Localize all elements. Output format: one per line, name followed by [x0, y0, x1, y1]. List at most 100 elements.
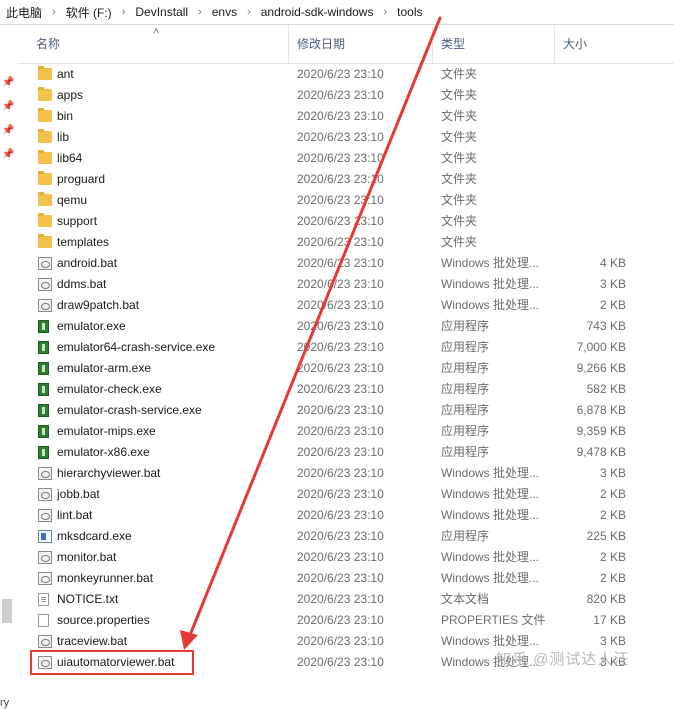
- file-type: 应用程序: [441, 445, 490, 459]
- file-row[interactable]: monitor.bat 2020/6/23 23:10 Windows 批处理...…: [18, 547, 674, 568]
- pin-icon[interactable]: 📌: [2, 101, 14, 113]
- file-row[interactable]: lib 2020/6/23 23:10 文件夹: [18, 127, 674, 148]
- file-type: Windows 批处理...: [441, 487, 540, 501]
- file-size: 820 KB: [586, 592, 626, 606]
- file-name: hierarchyviewer.bat: [57, 466, 161, 480]
- breadcrumb-item[interactable]: envs: [210, 5, 239, 19]
- file-name: emulator-x86.exe: [57, 445, 150, 459]
- file-modified: 2020/6/23 23:10: [297, 382, 384, 396]
- file-size: 2 KB: [599, 298, 626, 312]
- navigation-scrollbar[interactable]: [2, 599, 12, 623]
- file-type: 应用程序: [441, 403, 490, 417]
- file-modified: 2020/6/23 23:10: [297, 109, 384, 123]
- column-header-name[interactable]: 名称: [28, 25, 286, 63]
- file-type: 应用程序: [441, 382, 490, 396]
- file-modified: 2020/6/23 23:10: [297, 151, 384, 165]
- file-modified: 2020/6/23 23:10: [297, 340, 384, 354]
- column-header-modified[interactable]: 修改日期: [288, 25, 432, 63]
- file-modified: 2020/6/23 23:10: [297, 466, 384, 480]
- chevron-right-icon[interactable]: ›: [239, 6, 259, 18]
- file-row[interactable]: support 2020/6/23 23:10 文件夹: [18, 211, 674, 232]
- file-modified: 2020/6/23 23:10: [297, 550, 384, 564]
- file-row[interactable]: bin 2020/6/23 23:10 文件夹: [18, 106, 674, 127]
- chevron-right-icon[interactable]: ›: [114, 6, 134, 18]
- file-row[interactable]: mksdcard.exe 2020/6/23 23:10 应用程序 225 KB: [18, 526, 674, 547]
- batch-file-icon: [38, 278, 52, 291]
- batch-file-icon: [38, 299, 52, 312]
- file-row[interactable]: draw9patch.bat 2020/6/23 23:10 Windows 批处理…: [18, 295, 674, 316]
- file-name: monkeyrunner.bat: [57, 571, 154, 585]
- file-size: 743 KB: [586, 319, 626, 333]
- file-row[interactable]: android.bat 2020/6/23 23:10 Windows 批处理...…: [18, 253, 674, 274]
- file-modified: 2020/6/23 23:10: [297, 214, 384, 228]
- file-name: source.properties: [57, 613, 150, 627]
- file-modified: 2020/6/23 23:10: [297, 403, 384, 417]
- file-row[interactable]: ddms.bat 2020/6/23 23:10 Windows 批处理... 3 K…: [18, 274, 674, 295]
- file-row[interactable]: emulator-crash-service.exe 2020/6/23 23:1…: [18, 400, 674, 421]
- file-row[interactable]: qemu 2020/6/23 23:10 文件夹: [18, 190, 674, 211]
- file-row[interactable]: emulator64-crash-service.exe 2020/6/23 23…: [18, 337, 674, 358]
- file-row[interactable]: lint.bat 2020/6/23 23:10 Windows 批处理... 2 K…: [18, 505, 674, 526]
- file-type: 应用程序: [441, 361, 490, 375]
- file-row[interactable]: source.properties 2020/6/23 23:10 PROPERTI…: [18, 610, 674, 631]
- file-row[interactable]: emulator-check.exe 2020/6/23 23:10 应用程序 582…: [18, 379, 674, 400]
- file-row[interactable]: emulator-arm.exe 2020/6/23 23:10 应用程序 9,266…: [18, 358, 674, 379]
- file-type: Windows 批处理...: [441, 466, 540, 480]
- file-row[interactable]: lib64 2020/6/23 23:10 文件夹: [18, 148, 674, 169]
- file-row[interactable]: templates 2020/6/23 23:10 文件夹: [18, 232, 674, 253]
- file-row[interactable]: hierarchyviewer.bat 2020/6/23 23:10 Window…: [18, 463, 674, 484]
- file-modified: 2020/6/23 23:10: [297, 592, 384, 606]
- navigation-item-fragment[interactable]: ry: [0, 697, 9, 709]
- properties-file-icon: [38, 614, 49, 627]
- file-name: NOTICE.txt: [57, 592, 119, 606]
- pin-icon[interactable]: 📌: [2, 149, 14, 161]
- breadcrumb-item[interactable]: 此电脑: [4, 4, 44, 21]
- file-modified: 2020/6/23 23:10: [297, 172, 384, 186]
- file-name: lint.bat: [57, 508, 93, 522]
- file-row[interactable]: ant 2020/6/23 23:10 文件夹: [18, 64, 674, 85]
- file-name: emulator.exe: [57, 319, 126, 333]
- folder-icon: [38, 108, 52, 122]
- column-header-type[interactable]: 类型: [432, 25, 554, 63]
- batch-file-icon: [38, 257, 52, 270]
- chevron-right-icon[interactable]: ›: [44, 6, 64, 18]
- file-row[interactable]: emulator-mips.exe 2020/6/23 23:10 应用程序 9,35…: [18, 421, 674, 442]
- file-size: 3 KB: [599, 466, 626, 480]
- file-list: ant 2020/6/23 23:10 文件夹 apps 2020/6/23 23:10…: [18, 64, 674, 673]
- file-modified: 2020/6/23 23:10: [297, 256, 384, 270]
- file-row[interactable]: apps 2020/6/23 23:10 文件夹: [18, 85, 674, 106]
- exe-icon: [38, 362, 49, 375]
- file-name: mksdcard.exe: [57, 529, 132, 543]
- file-size: 2 KB: [599, 508, 626, 522]
- breadcrumb-item[interactable]: android-sdk-windows: [259, 5, 376, 19]
- file-row[interactable]: NOTICE.txt 2020/6/23 23:10 文本文档 820 KB: [18, 589, 674, 610]
- chevron-right-icon[interactable]: ›: [190, 6, 210, 18]
- pin-icon[interactable]: 📌: [2, 77, 14, 89]
- address-bar[interactable]: 此电脑 › 软件 (F:) › DevInstall › envs › android-sdk-…: [0, 0, 674, 25]
- file-row[interactable]: monkeyrunner.bat 2020/6/23 23:10 Windows 批…: [18, 568, 674, 589]
- file-size: 9,359 KB: [576, 424, 626, 438]
- file-size: 582 KB: [586, 382, 626, 396]
- file-row[interactable]: emulator.exe 2020/6/23 23:10 应用程序 743 KB: [18, 316, 674, 337]
- file-type: Windows 批处理...: [441, 508, 540, 522]
- chevron-right-icon[interactable]: ›: [375, 6, 395, 18]
- breadcrumb-item[interactable]: DevInstall: [133, 5, 190, 19]
- file-row[interactable]: jobb.bat 2020/6/23 23:10 Windows 批处理... 2 K…: [18, 484, 674, 505]
- pin-icon[interactable]: 📌: [2, 125, 14, 137]
- file-row[interactable]: proguard 2020/6/23 23:10 文件夹: [18, 169, 674, 190]
- file-type: 文件夹: [441, 130, 478, 144]
- batch-file-icon: [38, 572, 52, 585]
- file-row[interactable]: emulator-x86.exe 2020/6/23 23:10 应用程序 9,478…: [18, 442, 674, 463]
- breadcrumb-item[interactable]: 软件 (F:): [64, 4, 114, 21]
- file-name: templates: [57, 235, 110, 249]
- file-type: 应用程序: [441, 340, 490, 354]
- file-type: 文件夹: [441, 109, 478, 123]
- file-modified: 2020/6/23 23:10: [297, 571, 384, 585]
- file-name: apps: [57, 88, 84, 102]
- breadcrumb-item[interactable]: tools: [395, 5, 424, 19]
- folder-icon: [38, 87, 52, 101]
- file-name: emulator-mips.exe: [57, 424, 156, 438]
- column-header-size[interactable]: 大小: [554, 25, 634, 63]
- folder-icon: [38, 234, 52, 248]
- folder-icon: [38, 192, 52, 206]
